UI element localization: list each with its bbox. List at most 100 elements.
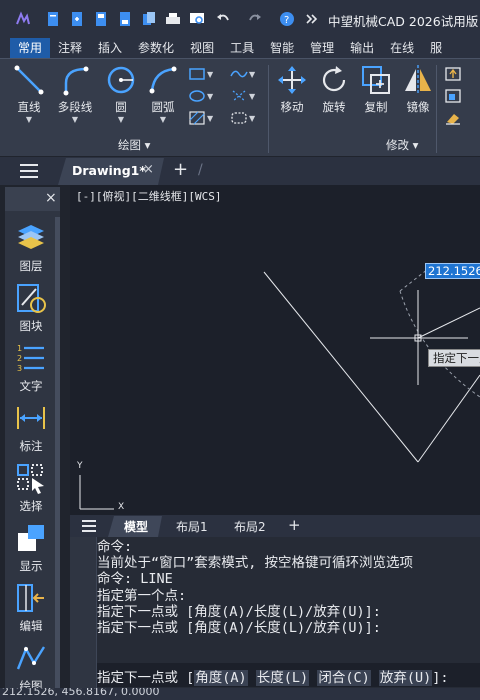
mirror-button[interactable]: 镜像 bbox=[394, 63, 442, 133]
command-history-line: 指定下一点或 [角度(A)/长度(L)/放弃(U)]: bbox=[97, 620, 381, 637]
draw-icon bbox=[16, 646, 46, 670]
svg-text:2: 2 bbox=[17, 354, 22, 363]
tab-online[interactable]: 在线 bbox=[382, 38, 422, 58]
select-icon bbox=[17, 464, 44, 494]
cursor-coordinates: 212.1526, 456.8167, 0.0000 bbox=[2, 688, 160, 698]
dynamic-input-field[interactable]: 212.1526 bbox=[425, 263, 480, 279]
group-divider bbox=[436, 65, 437, 153]
line-button[interactable]: 直线 ▼ bbox=[5, 63, 53, 133]
save-as-icon[interactable] bbox=[116, 10, 134, 28]
palette-item-text[interactable]: 123 文字 bbox=[7, 341, 55, 399]
palette-item-block[interactable]: 图块 bbox=[7, 281, 55, 339]
tab-common[interactable]: 常用 bbox=[10, 38, 51, 58]
drawing-canvas[interactable]: [-][俯视][二维线框][WCS] Y X 212.1526 指定下一点 bbox=[70, 185, 480, 515]
palette-label: 编辑 bbox=[19, 619, 43, 633]
chevron-down-icon: ▼ bbox=[159, 115, 167, 124]
circle-icon bbox=[107, 66, 135, 94]
stretch-tool[interactable] bbox=[444, 65, 474, 83]
move-label: 移动 bbox=[280, 100, 304, 114]
command-input[interactable]: 指定下一点或 [角度(A) 长度(L) 闭合(C) 放弃(U)]: bbox=[97, 663, 480, 687]
tab-smart[interactable]: 智能 bbox=[262, 38, 302, 58]
erase-tool[interactable] bbox=[444, 109, 474, 127]
new-icon[interactable] bbox=[44, 10, 62, 28]
document-tab-label[interactable]: Drawing1* bbox=[72, 163, 146, 178]
command-history-line: 当前处于“窗口”套索模式, 按空格键可循环浏览选项 bbox=[97, 555, 414, 572]
close-icon[interactable]: × bbox=[45, 190, 57, 206]
help-icon[interactable]: ? bbox=[278, 10, 296, 28]
scale-icon bbox=[445, 89, 461, 103]
option-length[interactable]: 长度(L) bbox=[255, 670, 310, 686]
command-history: 命令: 当前处于“窗口”套索模式, 按空格键可循环浏览选项 命令: LINE 指… bbox=[97, 539, 480, 636]
guide-line bbox=[399, 268, 429, 292]
palette-item-display[interactable]: 显示 bbox=[7, 521, 55, 579]
region-icon bbox=[231, 112, 247, 124]
arc-icon bbox=[149, 66, 177, 94]
tab-parametric[interactable]: 参数化 bbox=[130, 38, 182, 58]
spline-tool[interactable]: ▼ bbox=[230, 65, 260, 83]
preview-icon[interactable] bbox=[188, 10, 206, 28]
palette-label: 选择 bbox=[19, 499, 43, 513]
polyline-button[interactable]: 多段线 ▼ bbox=[51, 63, 99, 133]
dimension-icon bbox=[17, 407, 45, 429]
palette-label: 显示 bbox=[19, 559, 43, 573]
ribbon-panel: 直线 ▼ 多段线 ▼ 圆 ▼ 圆弧 ▼ ▼ ▼ ▼ ▼ ▼ ▼ 绘图 ▾ 移动 bbox=[0, 58, 480, 156]
palette-item-select[interactable]: 选择 bbox=[7, 461, 55, 519]
move-button[interactable]: 移动 bbox=[268, 63, 316, 133]
tab-divider: / bbox=[198, 162, 203, 178]
tab-output[interactable]: 输出 bbox=[342, 38, 382, 58]
tab-model[interactable]: 模型 bbox=[124, 518, 148, 535]
circle-button[interactable]: 圆 ▼ bbox=[97, 63, 145, 133]
add-layout-button[interactable]: + bbox=[288, 516, 301, 534]
scale-tool[interactable] bbox=[444, 87, 474, 105]
draw-group-label[interactable]: 绘图 ▾ bbox=[118, 137, 150, 153]
palette-item-edit[interactable]: 编辑 bbox=[7, 581, 55, 639]
tab-layout2[interactable]: 布局2 bbox=[234, 518, 266, 535]
copy-icon[interactable] bbox=[140, 10, 158, 28]
redo-icon[interactable] bbox=[246, 10, 264, 28]
new-tab-button[interactable]: + bbox=[173, 159, 188, 180]
palette-item-layers[interactable]: 图层 bbox=[7, 221, 55, 279]
rectangle-tool[interactable]: ▼ bbox=[188, 65, 218, 83]
command-history-line: 指定下一点或 [角度(A)/长度(L)/放弃(U)]: bbox=[97, 603, 381, 620]
menu-icon[interactable] bbox=[20, 164, 38, 178]
copy-button[interactable]: 复制 bbox=[352, 63, 400, 133]
tab-service[interactable]: 服 bbox=[422, 38, 450, 58]
tab-tools[interactable]: 工具 bbox=[222, 38, 262, 58]
modify-group-label[interactable]: 修改 ▾ bbox=[386, 137, 418, 153]
undo-icon[interactable] bbox=[214, 10, 232, 28]
drawn-line-segment[interactable] bbox=[263, 271, 419, 463]
command-window-handle[interactable] bbox=[70, 537, 97, 688]
rotate-button[interactable]: 旋转 bbox=[310, 63, 358, 133]
option-close[interactable]: 闭合(C) bbox=[317, 670, 371, 686]
command-prompt: 指定下一点或 [ bbox=[97, 670, 195, 686]
tab-manage[interactable]: 管理 bbox=[302, 38, 342, 58]
command-window: 命令: 当前处于“窗口”套索模式, 按空格键可循环浏览选项 命令: LINE 指… bbox=[70, 537, 480, 688]
layout-menu-icon[interactable] bbox=[82, 520, 96, 532]
palette-scrollbar[interactable] bbox=[55, 217, 60, 697]
command-history-line: 命令: LINE bbox=[97, 571, 173, 588]
app-logo-icon[interactable] bbox=[14, 10, 32, 28]
copy-label: 复制 bbox=[364, 100, 388, 114]
tab-layout1[interactable]: 布局1 bbox=[176, 518, 208, 535]
tab-annotate[interactable]: 注释 bbox=[50, 38, 90, 58]
palette-item-dimension[interactable]: 标注 bbox=[7, 401, 55, 459]
arc-button[interactable]: 圆弧 ▼ bbox=[139, 63, 187, 133]
rotate-icon bbox=[322, 66, 346, 92]
option-undo[interactable]: 放弃(U) bbox=[378, 670, 433, 686]
circle-label: 圆 bbox=[115, 100, 127, 114]
tab-insert[interactable]: 插入 bbox=[90, 38, 130, 58]
point-tool[interactable]: ▼ bbox=[230, 87, 260, 105]
save-icon[interactable] bbox=[92, 10, 110, 28]
close-icon[interactable]: × bbox=[143, 162, 154, 177]
option-angle[interactable]: 角度(A) bbox=[194, 670, 248, 686]
hatch-tool[interactable]: ▼ bbox=[188, 109, 218, 127]
command-suffix: ]: bbox=[432, 670, 449, 686]
ellipse-tool[interactable]: ▼ bbox=[188, 87, 218, 105]
region-tool[interactable]: ▼ bbox=[230, 109, 260, 127]
drawn-line-segment[interactable] bbox=[417, 374, 480, 463]
open-icon[interactable] bbox=[68, 10, 86, 28]
tab-view[interactable]: 视图 bbox=[182, 38, 222, 58]
print-icon[interactable] bbox=[164, 10, 182, 28]
more-icon[interactable] bbox=[302, 10, 320, 28]
chevron-down-icon: ▼ bbox=[117, 115, 125, 124]
